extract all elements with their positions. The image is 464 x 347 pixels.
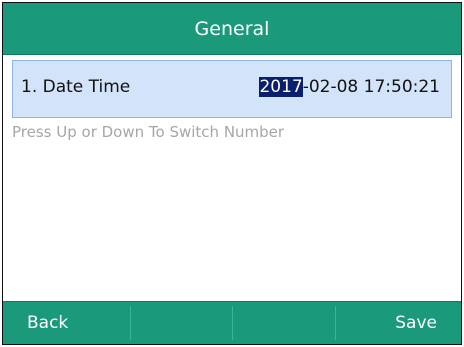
- softkey-3[interactable]: [232, 302, 335, 344]
- screen-title-text: General: [194, 17, 270, 40]
- date-time-input[interactable]: 2017-02-08 17:50:21: [259, 77, 440, 97]
- softkey-2[interactable]: [129, 302, 233, 344]
- help-hint: Press Up or Down To Switch Number: [12, 123, 285, 141]
- date-time-remaining: -02-08 17:50:21: [302, 77, 440, 97]
- setting-label: 1. Date Time: [21, 77, 131, 97]
- selected-year-segment[interactable]: 2017: [259, 77, 303, 97]
- screen-title: General: [3, 3, 461, 55]
- back-softkey[interactable]: Back: [3, 302, 130, 344]
- back-label: Back: [27, 313, 69, 333]
- softkey-bar: Back Save: [3, 301, 461, 344]
- save-label: Save: [395, 313, 437, 333]
- phone-screen: General 1. Date Time 2017-02-08 17:50:21…: [2, 2, 462, 345]
- save-softkey[interactable]: Save: [334, 302, 462, 344]
- date-time-setting-row[interactable]: 1. Date Time 2017-02-08 17:50:21: [12, 60, 452, 118]
